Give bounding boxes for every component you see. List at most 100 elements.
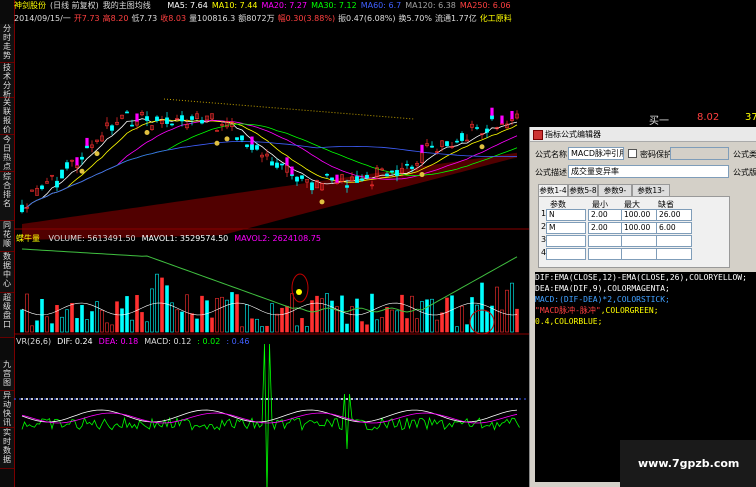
param-default-input[interactable]	[656, 235, 692, 247]
param-max-input[interactable]: 100.00	[621, 209, 657, 221]
formula-type-label: 公式类型	[733, 150, 756, 159]
param-min-input[interactable]	[588, 248, 622, 260]
quote-info-line: 2014/09/15/一 开7.73 高8.20 低7.73 收8.03 量100816.…	[14, 13, 534, 24]
dot-marker	[41, 398, 43, 400]
dot-marker	[411, 398, 413, 400]
dot-marker	[436, 398, 438, 400]
formula-editor-window[interactable]: 指标公式编辑器 公式名称 MACD脉冲引用 密码保护 公式类型 公式描述 成交量…	[529, 127, 756, 487]
candle-body	[430, 145, 434, 148]
volume-bar	[395, 310, 399, 333]
dot-marker	[346, 398, 348, 400]
candle-body	[55, 180, 59, 188]
signal-dot	[94, 151, 100, 157]
sidebar-tab-guanlian[interactable]: 关联报价	[0, 98, 14, 135]
volume-bar	[160, 277, 164, 333]
param-name-input[interactable]	[546, 248, 586, 260]
sidebar-tab-jishu[interactable]: 技术分析	[0, 63, 14, 99]
dot-marker	[146, 398, 148, 400]
candle-body	[490, 115, 494, 120]
stock-name[interactable]: 神剑股份	[14, 1, 46, 10]
sidebar-tab-fenshi[interactable]: 分时走势	[0, 24, 14, 63]
param-name-input[interactable]	[546, 235, 586, 247]
volume-bar	[270, 303, 274, 333]
volume-stat-2: MAVOL2: 2624108.75	[234, 234, 321, 243]
candle-body	[85, 145, 89, 149]
macd-pulse-line	[21, 343, 520, 487]
dot-marker	[226, 398, 228, 400]
param-max-input[interactable]	[621, 248, 657, 260]
candle-body	[475, 127, 479, 129]
volume-bar	[345, 323, 349, 333]
param-max-input[interactable]	[621, 235, 657, 247]
volume-bar	[140, 312, 144, 333]
chart-mode[interactable]: (日线 前复权)	[50, 1, 99, 10]
volume-bar	[300, 318, 304, 333]
param-min-input[interactable]	[588, 235, 622, 247]
candle-body	[80, 156, 84, 160]
dot-marker	[366, 398, 368, 400]
param-max-input[interactable]: 100.00	[621, 222, 657, 234]
signal-dot	[144, 129, 150, 135]
signal-bar	[510, 110, 514, 119]
signal-bar	[490, 107, 494, 116]
sidebar-tab-shishi[interactable]: 实时数据	[0, 428, 14, 469]
volume-bar	[445, 297, 449, 333]
candle-body	[445, 141, 449, 147]
formula-name-input[interactable]: MACD脉冲引用	[568, 147, 624, 160]
volume-bar	[280, 307, 284, 333]
dot-marker	[71, 398, 73, 400]
dot-marker	[456, 398, 458, 400]
param-min-input[interactable]: 2.00	[588, 222, 622, 234]
volume-bar	[460, 305, 464, 333]
password-input[interactable]	[670, 147, 729, 160]
dot-marker	[296, 398, 298, 400]
dot-marker	[336, 398, 338, 400]
candle-body	[355, 176, 359, 183]
candle-body	[65, 162, 69, 169]
sidebar-tab-pankou[interactable]: 超级盘口	[0, 293, 14, 338]
ma-value-3: MA30: 7.12	[311, 1, 357, 10]
param-default-input[interactable]	[656, 248, 692, 260]
param-name-input[interactable]: N	[546, 209, 586, 221]
sidebar-tab-redian[interactable]: 今日热点	[0, 135, 14, 172]
ma-values: MA5: 7.64 MA10: 7.44 MA20: 7.27 MA30: 7.12 M…	[167, 1, 514, 10]
password-checkbox[interactable]	[628, 149, 637, 158]
formula-name-label: 公式名称	[535, 150, 567, 159]
candle-body	[245, 144, 249, 147]
quote-item-0: 2014/09/15/一	[14, 14, 71, 23]
signal-bar	[290, 166, 294, 175]
dot-marker	[31, 398, 33, 400]
volume-bar	[355, 298, 359, 333]
dot-marker	[236, 398, 238, 400]
password-label: 密码保护	[640, 150, 672, 159]
volume-bar	[435, 319, 439, 333]
volume-bar	[75, 318, 79, 333]
sidebar-tab-tonghuashun[interactable]: 同花顺	[0, 221, 14, 252]
volume-bar	[240, 326, 244, 333]
param-default-input[interactable]: 26.00	[656, 209, 692, 221]
volume-title[interactable]: 蝶牛量	[16, 234, 40, 243]
volume-bar	[30, 325, 34, 333]
vr-stat-4: : 0.02	[197, 337, 221, 346]
left-sidebar: 分时走势 技术分析 关联报价 今日热点 综合排名 同花顺 数据中心 超级盘口 九…	[0, 0, 15, 487]
dot-marker	[46, 398, 48, 400]
volume-bar	[70, 303, 74, 333]
sidebar-tab-jiugong[interactable]: 九宫图	[0, 360, 14, 391]
dot-marker	[316, 398, 318, 400]
param-min-input[interactable]: 2.00	[588, 209, 622, 221]
kline-chart[interactable]	[14, 24, 529, 487]
sidebar-tab-paiming[interactable]: 综合排名	[0, 172, 14, 221]
sidebar-tab-yidong[interactable]: 异动快讯	[0, 391, 14, 428]
dot-marker	[386, 398, 388, 400]
sidebar-tab-shuju[interactable]: 数据中心	[0, 252, 14, 293]
indicator-name[interactable]: 我的主图均线	[103, 1, 151, 10]
quote-item-10: 流通1.77亿	[434, 14, 477, 23]
dot-marker	[471, 398, 473, 400]
param-name-input[interactable]: M	[546, 222, 586, 234]
volume-bar	[495, 286, 499, 333]
volume-bar	[100, 309, 104, 333]
formula-desc-input[interactable]: 成交量变异率	[568, 165, 729, 178]
param-default-input[interactable]: 6.00	[656, 222, 692, 234]
editor-titlebar[interactable]: 指标公式编辑器	[530, 127, 756, 142]
volume-bar	[505, 289, 509, 333]
